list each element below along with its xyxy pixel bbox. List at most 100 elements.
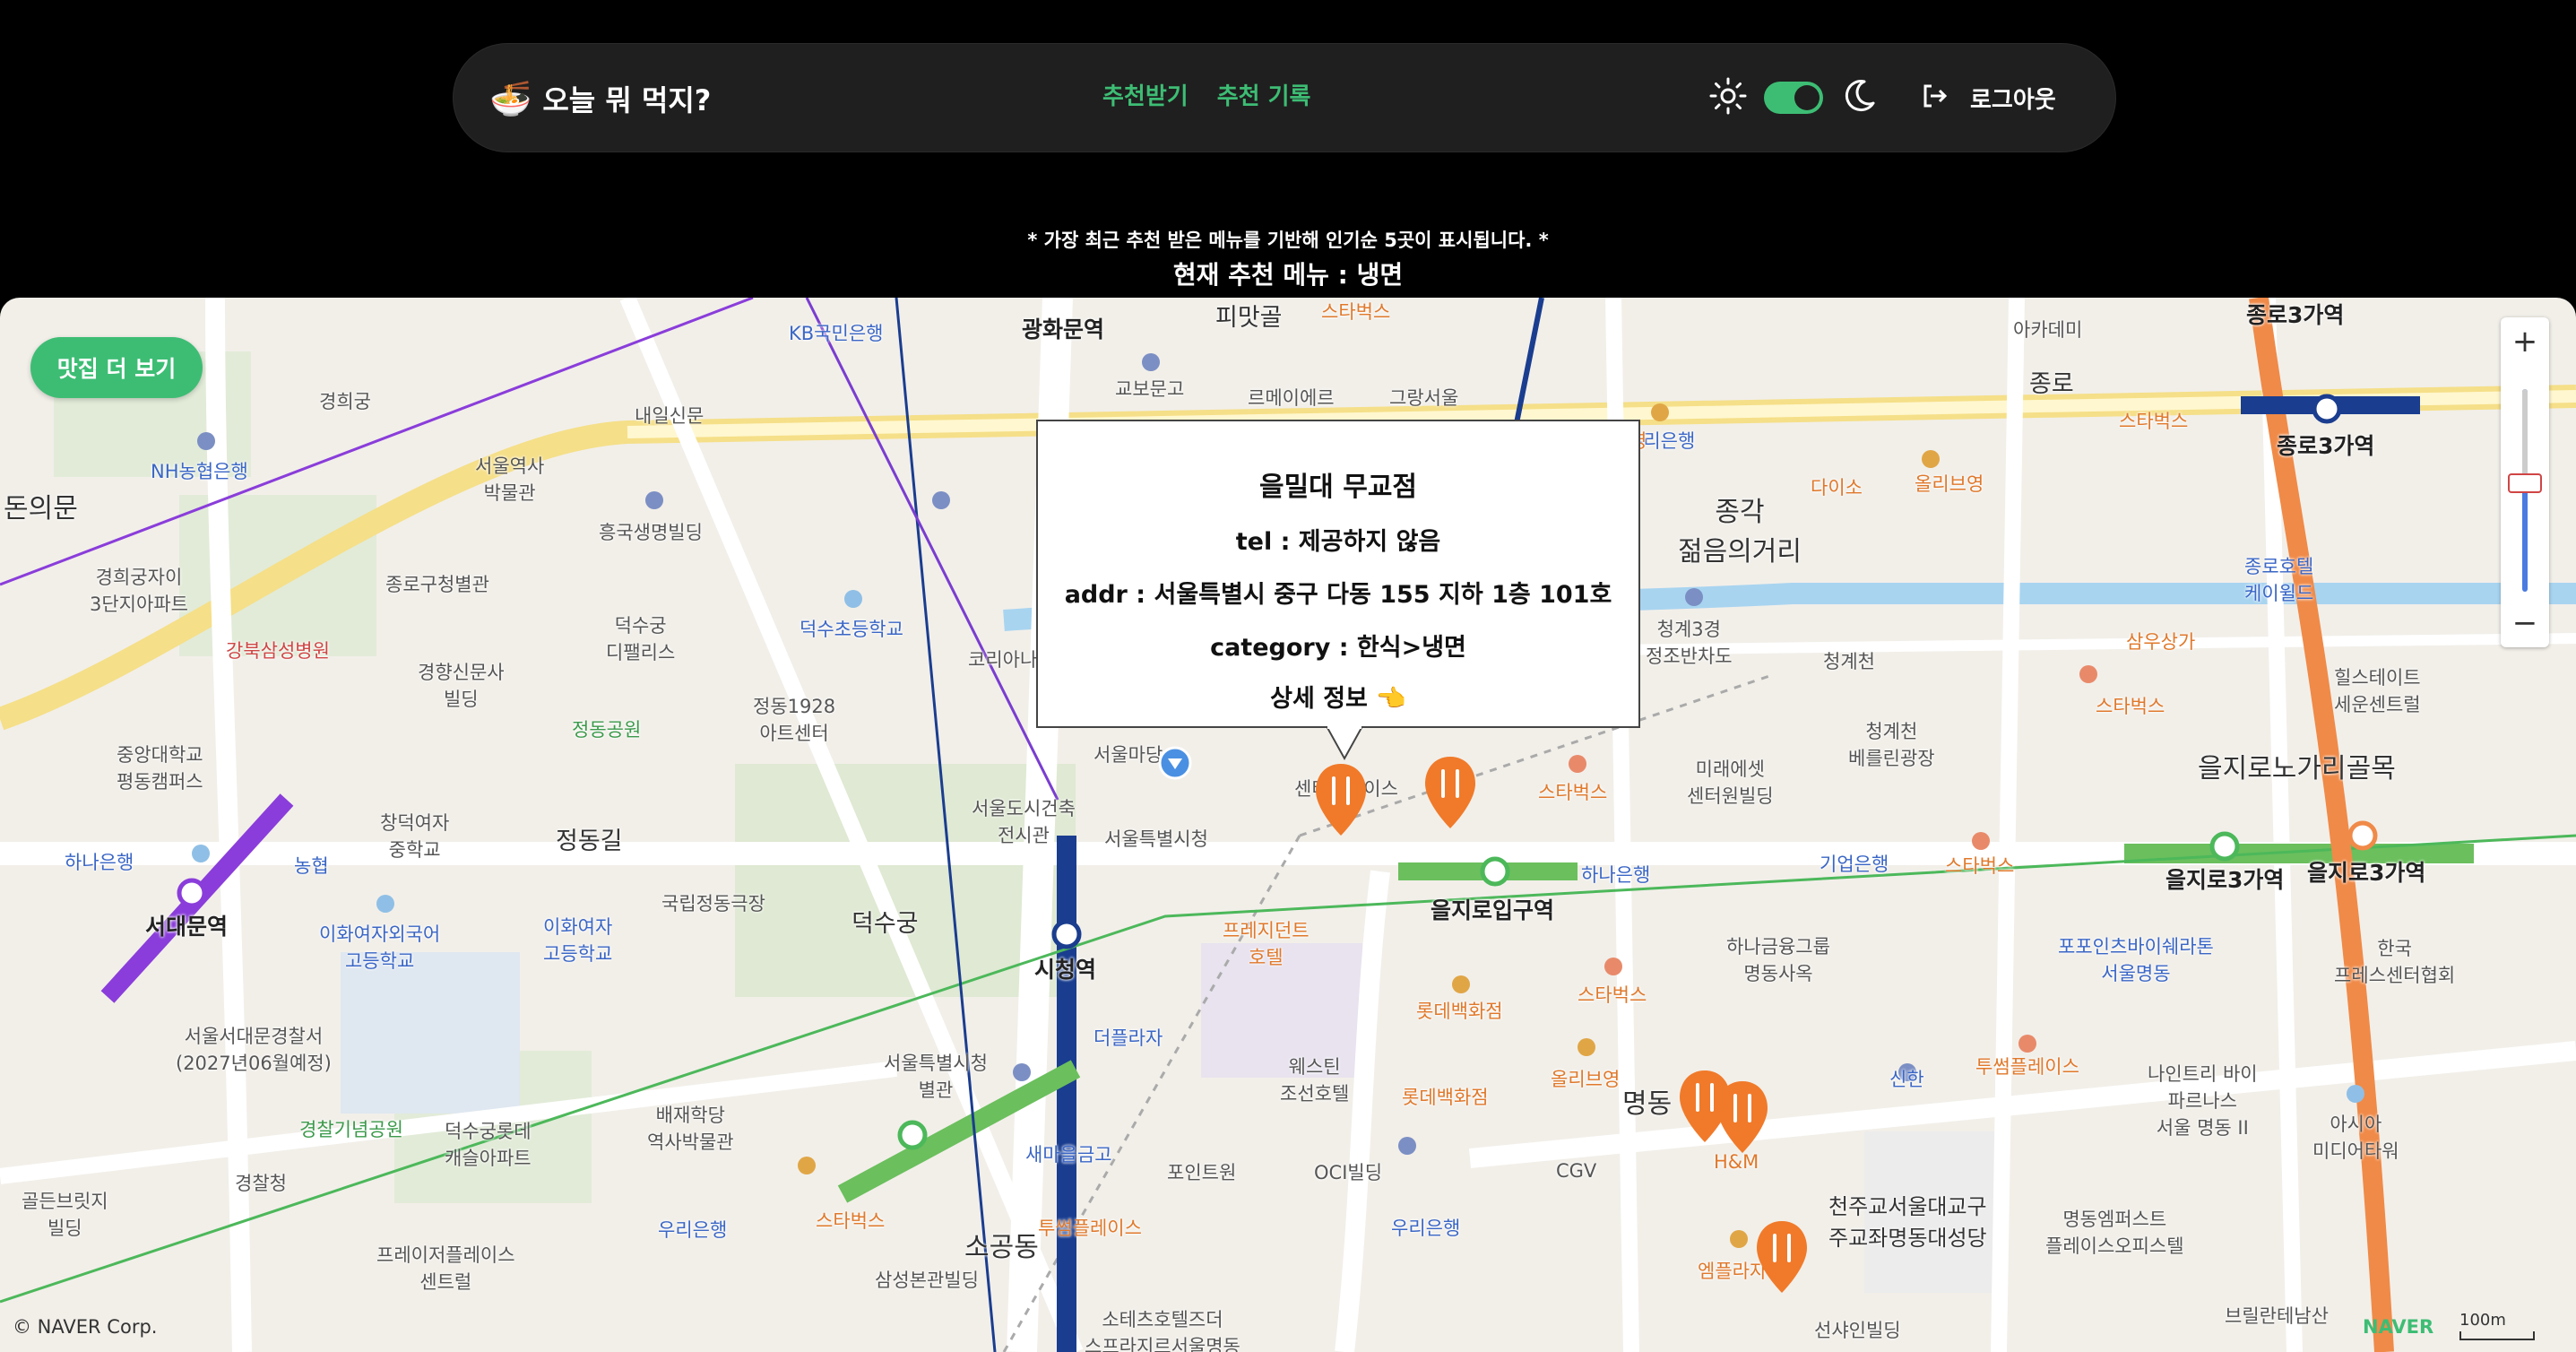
map-label: 경찰청 xyxy=(235,1173,287,1194)
current-location-marker xyxy=(1158,746,1192,780)
map-label: 서울도시건축 전시관 xyxy=(972,798,1076,846)
current-menu: 현재 추천 메뉴 : 냉면 xyxy=(1172,260,1404,290)
top-navbar: 🍜 오늘 뭐 먹지? 추천받기 추천 기록 로그아웃 xyxy=(453,43,2116,152)
map-label: 기업은행 xyxy=(1820,854,1889,875)
restaurant-pin[interactable] xyxy=(1753,1219,1811,1295)
map-label: NH농협은행 xyxy=(151,461,248,482)
map-view[interactable]: 광화문역 KB국민은행 피맛골 스타벅스 경희궁 내일신문 교보문고 르메이에르… xyxy=(0,298,2576,1352)
map-label: OCI빌딩 xyxy=(1314,1162,1383,1183)
brand[interactable]: 🍜 오늘 뭐 먹지? xyxy=(489,74,711,123)
logout-icon xyxy=(1920,82,1949,114)
app-title: 오늘 뭐 먹지? xyxy=(542,83,712,117)
map-label: 돈의문 xyxy=(4,493,78,524)
logout-button[interactable]: 로그아웃 xyxy=(1920,73,2056,123)
map-label: 올리브영 xyxy=(1915,473,1984,495)
zoom-control: + − xyxy=(2501,317,2549,647)
zoom-out-button[interactable]: − xyxy=(2501,599,2549,647)
map-label: 청계천 xyxy=(1823,651,1875,672)
map-label: 국립정동극장 xyxy=(661,893,765,914)
map-label: 르메이에르 xyxy=(1248,387,1335,409)
map-label: 힐스테이트 세운센트럴 xyxy=(2334,667,2421,715)
map-label: 정동1928 아트센터 xyxy=(753,696,836,744)
map-label: 청계천 베를린광장 xyxy=(1848,721,1935,769)
nav-links: 추천받기 추천 기록 xyxy=(1102,78,1310,111)
map-label: 종로구청별관 xyxy=(385,574,489,595)
map-label-station: 서대문역 xyxy=(145,914,229,940)
map-label: 아카데미 xyxy=(2013,319,2083,341)
restaurant-pin[interactable] xyxy=(1312,762,1370,837)
naver-logo: NAVER xyxy=(2363,1316,2434,1338)
map-label: 웨스틴 조선호텔 xyxy=(1280,1056,1350,1105)
map-label-station: 을지로3가역 xyxy=(2307,860,2426,886)
map-label: 코리아나 xyxy=(968,649,1038,671)
map-label: 프레지던트 호텔 xyxy=(1223,920,1310,968)
map-label-station: 광화문역 xyxy=(1022,316,1105,342)
map-label: 농협 xyxy=(294,855,329,877)
map-label: CGV xyxy=(1556,1160,1597,1182)
map-label: 피맛골 xyxy=(1215,304,1283,332)
map-label: 덕수궁롯데 캐슬아파트 xyxy=(445,1121,532,1169)
map-label-station: 을지로3가역 xyxy=(2165,867,2285,893)
map-label: 경찰기념공원 xyxy=(299,1119,403,1140)
dark-mode-toggle[interactable] xyxy=(1764,82,1823,114)
map-label: 강북삼성병원 xyxy=(226,640,330,662)
map-label-station: 시청역 xyxy=(1034,957,1097,983)
moon-icon xyxy=(1839,76,1879,119)
map-label: 서울역사 박물관 xyxy=(475,455,545,504)
map-label: 소공동 xyxy=(964,1232,1039,1263)
toggle-knob xyxy=(1794,85,1820,110)
restaurant-tel: tel : 제공하지 않음 xyxy=(1235,528,1441,556)
map-label: 스타벅스 xyxy=(1321,301,1391,323)
nav-recommend[interactable]: 추천받기 xyxy=(1102,78,1189,111)
map-label: 서울서대문경찰서 (2027년06월예정) xyxy=(176,1026,332,1074)
zoom-slider-thumb[interactable] xyxy=(2508,473,2542,493)
map-label: 종로호텔 케이윌드 xyxy=(2244,556,2314,604)
map-label: 덕수궁 디팰리스 xyxy=(606,615,676,663)
map-label: 경희궁 xyxy=(319,391,371,412)
map-label: 나인트리 바이 파르나스 서울 명동 II xyxy=(2148,1063,2258,1139)
nav-history[interactable]: 추천 기록 xyxy=(1217,78,1311,111)
restaurant-pin[interactable] xyxy=(1422,755,1479,830)
detail-link[interactable]: 상세 정보 👈 xyxy=(1038,679,1638,714)
map-label: 천주교서울대교구 주교좌명동대성당 xyxy=(1828,1194,1987,1251)
map-label: 명동엠퍼스트 플레이스오피스텔 xyxy=(2045,1209,2184,1257)
map-label: 브릴란테남산 xyxy=(2225,1305,2329,1327)
map-label: 선샤인빌딩 xyxy=(1814,1320,1901,1341)
map-label: 포포인츠바이쉐라톤 서울명동 xyxy=(2058,936,2214,984)
map-copyright: © NAVER Corp. xyxy=(13,1316,158,1338)
map-label: 경향신문사 빌딩 xyxy=(418,662,505,710)
info-notice: * 가장 최근 추천 받은 메뉴를 기반해 인기순 5곳이 표시됩니다. * xyxy=(1027,230,1549,251)
map-label: 하나금융그룹 명동사옥 xyxy=(1726,936,1830,984)
map-label: 스타벅스 xyxy=(1945,855,2015,877)
map-label: 서울특별시청 별관 xyxy=(884,1053,988,1101)
logout-label: 로그아웃 xyxy=(1970,86,2056,114)
restaurant-addr: addr : 서울특별시 중구 다동 155 지하 1층 101호 xyxy=(1064,581,1612,609)
theme-switch xyxy=(1708,73,1879,123)
map-label: 흥국생명빌딩 xyxy=(599,522,703,543)
map-label: 신한 xyxy=(1889,1069,1924,1090)
map-label: 덕수초등학교 xyxy=(800,619,903,640)
map-label: 경희궁자이 3단지아파트 xyxy=(90,567,188,615)
map-label: 정동공원 xyxy=(572,719,642,741)
map-label: 덕수궁 xyxy=(851,910,919,938)
map-label: 배재학당 역사박물관 xyxy=(647,1105,734,1153)
more-restaurants-button[interactable]: 맛집 더 보기 xyxy=(30,337,203,398)
map-label: 스타벅스 xyxy=(2096,696,2165,717)
map-label: 스타벅스 xyxy=(1578,984,1647,1006)
map-label: 스타벅스 xyxy=(816,1210,886,1232)
map-label: 종로 xyxy=(2029,370,2074,398)
map-label: 그랑서울 xyxy=(1389,387,1459,409)
map-label: 아시아 미디어타워 xyxy=(2312,1114,2399,1162)
map-label: 이화여자 고등학교 xyxy=(543,916,613,965)
zoom-in-button[interactable]: + xyxy=(2501,317,2549,366)
sun-icon xyxy=(1708,76,1748,119)
map-label: 한국 프레스센터협회 xyxy=(2334,938,2456,986)
map-label: 스타벅스 xyxy=(2119,411,2189,432)
map-label: 삼성본관빌딩 xyxy=(875,1270,979,1291)
map-label: 스타벅스 xyxy=(1538,782,1608,803)
map-label: 미래에셋 센터원빌딩 xyxy=(1687,758,1774,807)
restaurant-pin[interactable] xyxy=(1714,1079,1771,1155)
map-label: 새마을금고 xyxy=(1025,1144,1112,1166)
map-label: 롯데백화점 xyxy=(1416,1001,1503,1022)
map-label: 하나은행 xyxy=(65,852,134,873)
